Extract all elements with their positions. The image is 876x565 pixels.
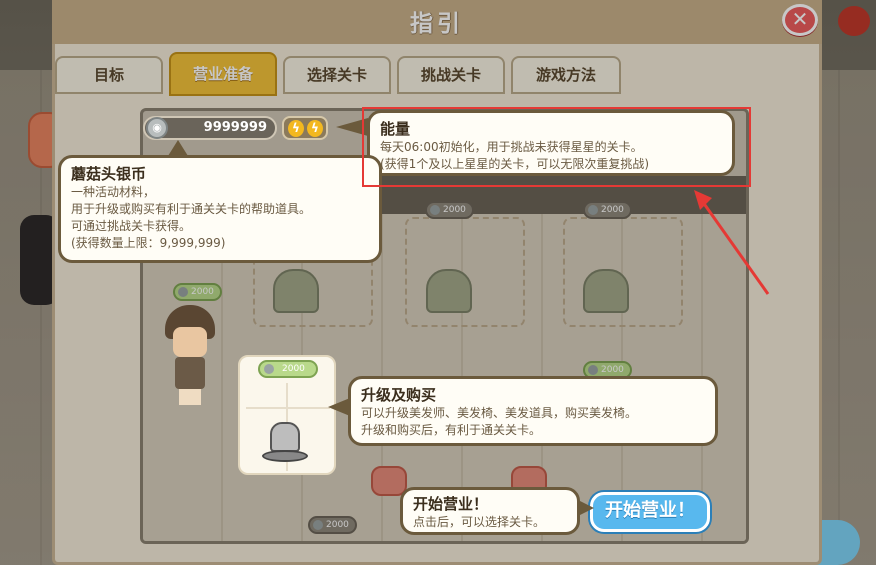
tooltip-pointer xyxy=(168,140,188,156)
tooltip-pointer xyxy=(578,500,594,516)
start-tooltip-title: 开始营业！ xyxy=(413,495,489,513)
annotation-arrow-icon xyxy=(694,190,770,295)
chair-icon xyxy=(273,269,319,313)
silver-tooltip-line: 一种活动材料， xyxy=(71,185,156,199)
start-tooltip-line: 点击后，可以选择关卡。 xyxy=(413,515,546,529)
chair-icon xyxy=(583,269,629,313)
energy-bolt-icon: ϟ xyxy=(288,120,304,137)
energy-bolt-icon: ϟ xyxy=(307,120,323,137)
card-divider xyxy=(246,407,330,409)
price-tag[interactable]: 2000 xyxy=(583,201,632,219)
guide-panel-header: 指引 xyxy=(52,0,822,44)
upgrade-badge[interactable] xyxy=(371,466,407,496)
character-body xyxy=(175,357,205,389)
price-tag[interactable]: 2000 xyxy=(173,283,222,301)
tab-challenge-level[interactable]: 挑战关卡 xyxy=(397,56,505,94)
upgrade-tooltip-line: 升级和购买后，有利于通关关卡。 xyxy=(361,423,542,437)
silver-tooltip-line: 用于升级或购买有利于通关关卡的帮助道具。 xyxy=(71,202,312,216)
purchase-price-tag[interactable]: 2000 xyxy=(258,360,318,378)
close-button[interactable]: ✕ xyxy=(782,4,818,36)
chair-seat xyxy=(270,422,300,452)
tab-how-to-play[interactable]: 游戏方法 xyxy=(511,56,621,94)
background-red-decoration xyxy=(838,6,870,36)
chair-base xyxy=(262,450,308,462)
annotation-highlight-box xyxy=(362,107,751,187)
silver-tooltip-title: 蘑菇头银币 xyxy=(71,165,147,183)
hairdresser-character[interactable] xyxy=(165,305,215,405)
upgrade-tooltip-line: 可以升级美发师、美发椅、美发道具，购买美发椅。 xyxy=(361,406,638,420)
tab-goal[interactable]: 目标 xyxy=(55,56,163,94)
salon-chair-icon xyxy=(262,422,308,466)
tooltip-pointer xyxy=(328,398,350,416)
start-tooltip: 开始营业！ 点击后，可以选择关卡。 xyxy=(400,487,580,535)
panel-title: 指引 xyxy=(410,11,464,37)
chair-icon xyxy=(426,269,472,313)
tab-select-level[interactable]: 选择关卡 xyxy=(283,56,391,94)
price-tag[interactable]: 2000 xyxy=(425,201,474,219)
energy-counter: ϟ ϟ xyxy=(282,116,328,140)
upgrade-tooltip: 升级及购买 可以升级美发师、美发椅、美发道具，购买美发椅。 升级和购买后，有利于… xyxy=(348,376,718,446)
silver-tooltip-line: 可通过挑战关卡获得。 xyxy=(71,219,192,233)
silver-tooltip-line: (获得数量上限：9,999,999) xyxy=(71,236,226,250)
character-legs xyxy=(179,389,201,405)
start-business-button[interactable]: 开始营业！ xyxy=(590,492,710,532)
tab-business-prep[interactable]: 营业准备 xyxy=(169,52,277,96)
silver-coin-icon: ◉ xyxy=(146,117,168,139)
price-tag[interactable]: 2000 xyxy=(308,516,357,534)
upgrade-tooltip-title: 升级及购买 xyxy=(361,386,437,404)
silver-coin-tooltip: 蘑菇头银币 一种活动材料， 用于升级或购买有利于通关关卡的帮助道具。 可通过挑战… xyxy=(58,155,382,263)
character-face xyxy=(173,327,207,357)
